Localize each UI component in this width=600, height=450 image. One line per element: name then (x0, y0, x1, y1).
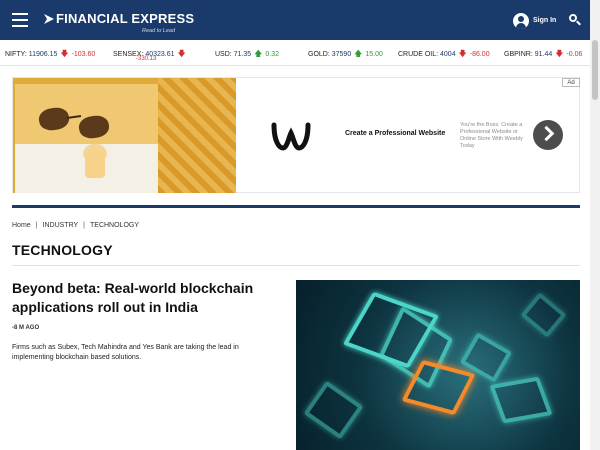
arrow-down-icon: 🡇 (60, 49, 69, 58)
ad-description: You're the Boss. Create a Professional W… (460, 122, 523, 149)
advertisement[interactable]: Create a Professional Website You're the… (12, 77, 580, 193)
section-divider (12, 205, 580, 208)
ticker-value: 37590 (331, 51, 352, 58)
logo-title: FINANCIAL EXPRESS (56, 11, 195, 26)
ticker-change: 0.32 (265, 51, 279, 58)
blockchain-cube (303, 380, 364, 440)
ticker-label: CRUDE OIL: (398, 51, 439, 58)
ticker-value: 91.44 (534, 51, 553, 58)
ticker-label: GOLD: (308, 51, 330, 58)
blockchain-cube (489, 376, 553, 424)
market-ticker: NIFTY: 11906.15 🡇 -103.60 SENSEX: 40323.… (0, 40, 600, 66)
ticker-label: USD: (215, 51, 232, 58)
sign-in-label: Sign In (533, 17, 557, 24)
ticker-item-nifty[interactable]: NIFTY: 11906.15 🡇 -103.60 (5, 48, 95, 62)
ticker-change: -330.13 (136, 56, 157, 62)
article-image[interactable] (296, 280, 580, 450)
page: FINANCIAL EXPRESS Read to Lead Sign In N… (0, 0, 600, 450)
arrow-down-icon: 🡇 (458, 49, 467, 58)
breadcrumb-home[interactable]: Home (12, 222, 31, 229)
ticker-value: 11906.15 (28, 51, 58, 58)
article-headline[interactable]: Beyond beta: Real-world blockchain appli… (12, 279, 277, 317)
chevron-right-icon[interactable] (533, 120, 563, 150)
ticker-change: 15.00 (365, 51, 383, 58)
arrow-up-icon: 🡅 (354, 49, 363, 58)
ticker-value: 71.35 (233, 51, 252, 58)
arrow-down-icon: 🡇 (555, 49, 564, 58)
blockchain-cube (520, 292, 567, 338)
arrow-down-icon: 🡇 (177, 49, 186, 58)
ticker-value: 4004 (440, 51, 456, 58)
weebly-logo-icon[interactable] (271, 121, 311, 151)
sunglasses-image (27, 102, 117, 142)
ticker-label: NIFTY: (5, 51, 27, 58)
ticker-item-gbpinr[interactable]: GBPINR: 91.44 🡇 -0.06 (504, 48, 582, 62)
page-title: TECHNOLOGY (12, 242, 113, 258)
article-timestamp: -8 M AGO (12, 325, 40, 331)
scrollbar-thumb[interactable] (592, 40, 598, 100)
logo-text: FINANCIAL EXPRESS (44, 11, 194, 26)
ticker-change: -86.00 (469, 51, 490, 58)
breadcrumb: Home | INDUSTRY | TECHNOLOGY (12, 222, 140, 229)
article-summary: Firms such as Subex, Tech Mahindra and Y… (12, 344, 239, 361)
top-header: FINANCIAL EXPRESS Read to Lead Sign In (0, 0, 600, 40)
ad-badge[interactable]: Ad (562, 78, 580, 87)
sign-in-button[interactable]: Sign In (513, 13, 563, 31)
site-logo[interactable]: FINANCIAL EXPRESS Read to Lead (44, 11, 204, 37)
breadcrumb-industry[interactable]: INDUSTRY (43, 222, 79, 229)
ticker-item-usd[interactable]: USD: 71.35 🡅 0.32 (215, 48, 279, 62)
ticker-item-gold[interactable]: GOLD: 37590 🡅 15.00 (308, 48, 383, 62)
ad-panel-top (15, 84, 158, 144)
ticker-change: -0.06 (566, 51, 583, 58)
hamburger-icon[interactable] (12, 13, 28, 27)
ad-pattern (158, 78, 236, 193)
breadcrumb-technology[interactable]: TECHNOLOGY (90, 222, 139, 229)
ticker-item-crude-oil[interactable]: CRUDE OIL: 4004 🡇 -86.00 (398, 48, 490, 62)
model-image (85, 148, 105, 178)
title-divider (12, 265, 580, 266)
logo-mark-icon (44, 12, 54, 24)
ad-headline[interactable]: Create a Professional Website (345, 130, 445, 137)
logo-tagline: Read to Lead (142, 28, 176, 34)
search-icon[interactable] (569, 14, 581, 26)
user-icon (513, 13, 529, 29)
ticker-change: -103.60 (71, 51, 96, 58)
arrow-up-icon: 🡅 (254, 49, 263, 58)
ad-image[interactable] (13, 78, 236, 193)
ticker-label: GBPINR: (504, 51, 533, 58)
